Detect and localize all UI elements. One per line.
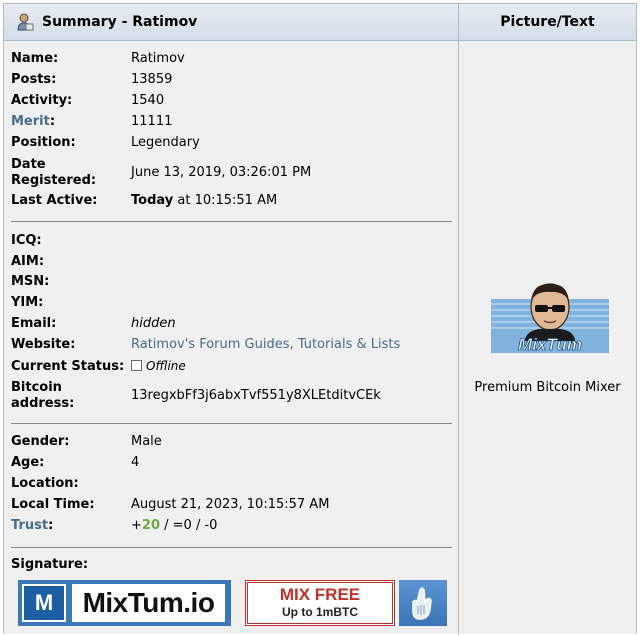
offline-icon — [131, 360, 142, 371]
age-row: Age: 4 — [11, 455, 451, 471]
person-icon — [17, 13, 34, 31]
mixtum-banner[interactable]: M MixTum.io — [18, 580, 231, 626]
gender-row: Gender: Male — [11, 434, 451, 450]
mixtum-banner-text: MixTum.io — [72, 584, 225, 622]
mixtum-logo-icon: M — [22, 584, 66, 622]
mix-free-banner[interactable]: MIX FREE Up to 1mBTC — [245, 580, 395, 626]
summary-panel: Name: Ratimov Posts: 13859 Activity: 154… — [4, 41, 459, 634]
trust-row: Trust: +20 / =0 / -0 — [11, 518, 451, 534]
email-row: Email: hidden — [11, 316, 451, 332]
profile-frame: Summary - Ratimov Picture/Text Name: Rat… — [3, 3, 637, 634]
position-value: Legendary — [131, 135, 200, 150]
msn-row: MSN: — [11, 274, 451, 290]
location-label: Location: — [11, 476, 79, 491]
age-label: Age: — [11, 455, 45, 470]
activity-value: 1540 — [131, 93, 165, 108]
trust-plus: + — [131, 518, 142, 533]
email-label: Email: — [11, 316, 57, 331]
status-label: Current Status: — [11, 358, 125, 374]
last-active-label: Last Active: — [11, 193, 98, 208]
divider — [11, 221, 452, 222]
status-row: Current Status: Offline — [11, 358, 451, 375]
trust-colon: : — [48, 518, 54, 533]
date-registered-value: June 13, 2019, 03:26:01 PM — [131, 165, 312, 180]
merit-colon: : — [49, 114, 56, 129]
posts-value: 13859 — [131, 72, 173, 87]
status-value: Offline — [131, 358, 186, 375]
last-active-day: Today — [131, 193, 174, 208]
personal-text: Premium Bitcoin Mixer — [474, 380, 621, 395]
merit-row: Merit: 11111 — [11, 114, 451, 130]
last-active-time: at 10:15:51 AM — [173, 193, 278, 208]
picture-title: Picture/Text — [500, 14, 595, 30]
activity-label: Activity: — [11, 93, 73, 108]
icq-label: ICQ: — [11, 233, 42, 248]
local-time-value: August 21, 2023, 10:15:57 AM — [131, 497, 330, 512]
posts-label: Posts: — [11, 72, 57, 87]
age-value: 4 — [131, 455, 140, 470]
summary-title: Summary - Ratimov — [42, 14, 198, 30]
bitcoin-address: 13regxbFf3j6abxTvf551y8XLEtditvCEk — [131, 388, 381, 403]
hand-icon[interactable] — [399, 580, 447, 626]
merit-value: 11111 — [131, 114, 173, 129]
merit-label-wrap: Merit: — [11, 114, 131, 130]
aim-row: AIM: — [11, 254, 451, 270]
local-time-label: Local Time: — [11, 497, 95, 512]
bitcoin-row: Bitcoin address: 13regxbFf3j6abxTvf551y8… — [11, 379, 451, 413]
yim-row: YIM: — [11, 295, 451, 311]
avatar-text: MixTum — [518, 335, 582, 354]
local-time-row: Local Time: August 21, 2023, 10:15:57 AM — [11, 497, 451, 513]
last-active-row: Last Active: Today at 10:15:51 AM — [11, 193, 451, 209]
trust-value: +20 / =0 / -0 — [131, 518, 217, 534]
signature-label: Signature: — [11, 557, 89, 572]
mix-free-subtitle: Up to 1mBTC — [282, 605, 358, 619]
trust-rest: / =0 / -0 — [160, 518, 218, 533]
status-text: Offline — [146, 359, 186, 373]
date-registered-row: Date Registered: June 13, 2019, 03:26:01… — [11, 156, 451, 190]
msn-label: MSN: — [11, 274, 50, 289]
bitcoin-label: Bitcoin address: — [11, 380, 75, 411]
divider — [11, 423, 452, 424]
email-value: hidden — [131, 316, 176, 331]
website-label: Website: — [11, 337, 76, 352]
yim-label: YIM: — [11, 295, 44, 310]
last-active-value: Today at 10:15:51 AM — [131, 193, 277, 209]
name-label: Name: — [11, 51, 59, 66]
signature-row: Signature: — [11, 557, 451, 573]
trust-positive: 20 — [141, 518, 160, 533]
activity-row: Activity: 1540 — [11, 93, 451, 109]
merit-link[interactable]: Merit — [11, 114, 50, 129]
picture-header: Picture/Text — [459, 4, 636, 41]
date-registered-label: Date Registered: — [11, 157, 97, 188]
gender-value: Male — [131, 434, 162, 449]
location-row: Location: — [11, 476, 451, 492]
gender-label: Gender: — [11, 434, 70, 449]
mixtum-avatar: MixTum — [491, 283, 609, 354]
name-row: Name: Ratimov — [11, 51, 451, 67]
posts-row: Posts: 13859 — [11, 72, 451, 88]
trust-link[interactable]: Trust — [11, 518, 48, 533]
divider — [11, 547, 452, 548]
position-label: Position: — [11, 135, 76, 150]
website-link[interactable]: Ratimov's Forum Guides, Tutorials & List… — [131, 337, 400, 353]
trust-label-wrap: Trust: — [11, 518, 131, 534]
picture-panel: MixTum Premium Bitcoin Mixer — [459, 41, 636, 634]
website-row: Website: Ratimov's Forum Guides, Tutoria… — [11, 337, 451, 353]
position-row: Position: Legendary — [11, 135, 451, 151]
name-value: Ratimov — [131, 51, 185, 66]
mix-free-title: MIX FREE — [279, 585, 361, 604]
icq-row: ICQ: — [11, 233, 451, 249]
summary-header: Summary - Ratimov — [4, 4, 459, 41]
hand-glyph-icon — [412, 587, 432, 620]
aim-label: AIM: — [11, 254, 45, 269]
